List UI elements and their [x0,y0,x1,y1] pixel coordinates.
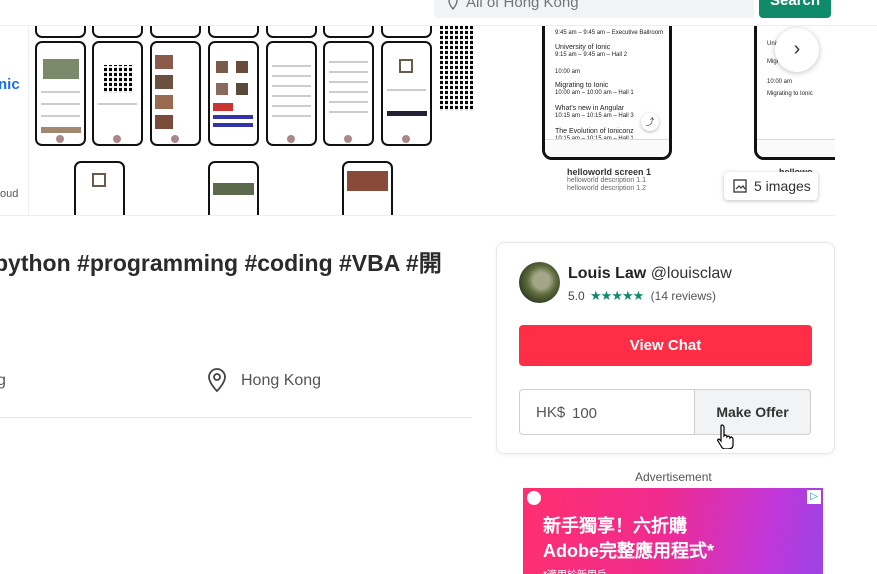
phone-thumbnail [323,26,374,38]
thumbnail-bar [213,123,253,127]
thumbnail-photo [213,183,254,195]
phone-thumbnail [266,26,317,38]
search-button[interactable]: Search [759,0,831,18]
seller-avatar[interactable] [519,262,560,303]
phone-thumbnail [35,26,86,38]
phone-tab-bar [757,139,835,157]
listing-title: python #programming #coding #VBA #開 [0,250,442,276]
phone-thumbnail [92,26,143,38]
schedule-row: 10:00 am [555,69,581,75]
schedule-row: University of Ionic [555,44,611,51]
thumbnail-photo [155,115,173,129]
gallery-divider [28,26,29,215]
ad-choices-icon[interactable]: ▷ [807,490,821,504]
review-count-link[interactable]: (14 reviews) [651,289,716,303]
phone-thumbnail [208,26,259,38]
schedule-row: 10:15 am – 10:15 am – Hall 3 [555,113,634,119]
thumbnail-photo [216,61,228,73]
qr-code-image [440,26,473,111]
hand-cursor-icon [716,424,734,449]
phone-thumbnail [208,41,259,146]
location-icon [208,368,226,393]
offer-currency: HK$ [536,404,566,421]
seller-card: Louis Law @louisclaw 5.0 ★★★★★ (14 revie… [496,242,835,454]
phone-thumbnail [266,41,317,146]
phone-thumbnail [208,161,259,215]
thumbnail-logo [92,173,106,187]
gallery-next-button[interactable]: › [775,28,819,72]
phone-thumbnail [342,161,393,215]
phone-thumbnail [35,41,86,146]
view-chat-button[interactable]: View Chat [519,325,812,366]
page-root: Search nic oud [0,0,877,574]
seller-name-row[interactable]: Louis Law @louisclaw [568,265,732,283]
advertisement-label: Advertisement [635,470,712,484]
phone-thumbnail [323,41,374,146]
phone-thumbnail [74,161,125,215]
listing-meta-fragment: g [0,372,6,389]
phone-caption-line: helloworld description 1.2 [567,185,646,192]
thumbnail-bar [213,115,253,119]
cloud-text-fragment: oud [0,188,19,200]
image-gallery[interactable]: nic oud 9:45 am – 9:45 am – Executive Ba… [0,26,835,216]
thumbnail-banner [213,103,233,111]
thumbnail-bar [41,127,81,133]
thumbnail-bar [387,111,427,116]
thumbnail-photo [216,83,228,95]
offer-form: HK$ Make Offer [519,389,811,435]
phone-thumbnail [150,41,201,146]
listing-location: Hong Kong [241,372,322,389]
share-icon: ⤴ [641,113,659,131]
schedule-row: 9:45 am – 9:45 am – Executive Ballroom [555,30,664,36]
thumbnail-photo [155,55,173,69]
phone-caption-line: helloworld description 1.1 [567,177,646,184]
phone-caption-title: helloworld screen 1 [567,167,652,177]
location-pin-icon [448,0,458,10]
images-icon [733,179,747,193]
location-input[interactable] [466,0,736,12]
top-search-bar: Search [0,0,877,26]
thumbnail-photo [155,75,173,89]
schedule-row: 10:00 am [767,79,793,85]
phone-tab-bar [545,139,669,157]
schedule-row: 9:15 am – 9:45 am – Hall 2 [555,52,628,58]
schedule-row: 10:00 am – 10:00 am – Hall 1 [555,90,634,96]
phone-thumbnail [381,26,432,38]
seller-rating: 5.0 ★★★★★ (14 reviews) [568,288,716,304]
star-rating-icon: ★★★★★ [590,288,644,303]
offer-price-input[interactable] [572,402,682,424]
seller-name[interactable]: Louis Law [568,265,646,282]
thumbnail-photo [347,171,388,191]
phone-thumbnail [381,41,432,146]
image-count-label: 5 images [754,178,811,194]
ad-subheadline: Adobe完整應用程式* [543,541,714,561]
advertisement-banner[interactable]: ▷ 新手獨享！六折購 Adobe完整應用程式* *適用於新用戶 [523,488,823,574]
thumbnail-photo [43,59,79,79]
schedule-row: Migrating to Ionic [555,82,609,89]
thumbnail-logo [399,59,413,73]
thumbnail-photo [236,83,248,95]
schedule-row: What's new in Angular [555,105,625,112]
rating-score: 5.0 [568,289,585,303]
ad-headline: 新手獨享！六折購 [543,516,687,536]
phone-thumbnail [92,41,143,146]
ad-footnote: *適用於新用戶 [543,566,607,574]
seller-handle[interactable]: @louisclaw [651,265,732,282]
adobe-shield-icon [527,491,541,505]
image-count-badge[interactable]: 5 images [724,172,818,200]
location-search-field[interactable] [434,0,754,18]
brand-text-fragment: nic [0,76,20,93]
phone-thumbnail [150,26,201,38]
thumbnail-photo [155,95,173,109]
thumbnail-photo [236,61,248,73]
schedule-row: The Evolution of Ioniconz [555,128,634,135]
schedule-row: Migrating to Ionic [767,91,813,97]
app-screenshot-phone: 9:45 am – 9:45 am – Executive Ballroom U… [542,26,672,160]
make-offer-button[interactable]: Make Offer [694,389,811,435]
section-divider [0,417,472,418]
